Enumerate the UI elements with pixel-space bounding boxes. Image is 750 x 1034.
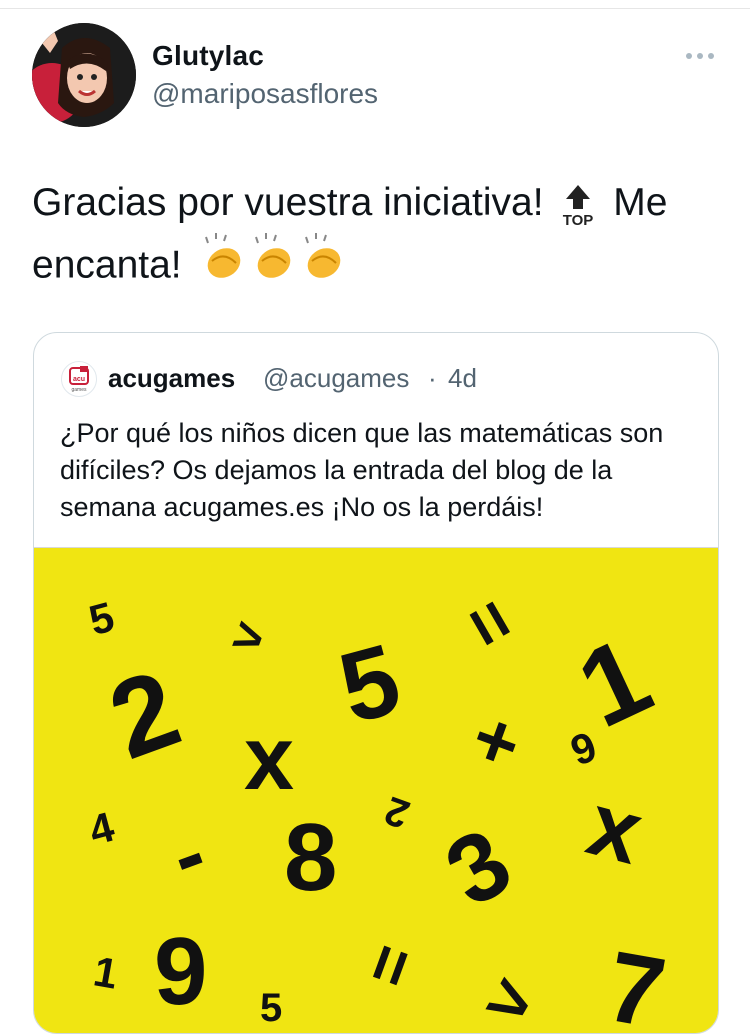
quoted-timestamp[interactable]: 4d xyxy=(448,363,477,394)
clapping-hands-icon xyxy=(202,233,352,301)
symbol-minus: - xyxy=(158,804,219,906)
logo-text-top: acu xyxy=(73,376,85,383)
quoted-name[interactable]: acugames xyxy=(108,363,235,394)
symbol-9-small: 9 xyxy=(564,722,603,775)
symbol-5: 5 xyxy=(84,592,119,645)
quoted-separator: · xyxy=(428,363,437,393)
user-avatar[interactable] xyxy=(32,23,136,127)
symbol-equals: = xyxy=(446,585,535,661)
symbol-equals-bottom: = xyxy=(347,934,431,996)
tweet-text: Gracias por vuestra iniciativa! TOP Me e… xyxy=(32,172,722,301)
symbol-9: 9 xyxy=(154,918,208,1025)
top-label: TOP xyxy=(563,212,594,229)
quoted-image[interactable]: 5 > = 1 2 5 x + 9 4 - 2 8 3 x 1 9 = 7 5 … xyxy=(34,547,718,1034)
tweet-text-part2: Me xyxy=(613,181,668,224)
symbol-3: 3 xyxy=(428,807,529,928)
symbol-times-right: x xyxy=(577,774,653,884)
tweet-text-part1: Gracias por vuestra iniciativa! xyxy=(32,181,544,224)
quoted-handle[interactable]: @acugames xyxy=(263,363,409,394)
symbol-5-large: 5 xyxy=(328,622,412,746)
symbol-times: x xyxy=(244,709,295,809)
quoted-text: ¿Por qué los niños dicen que las matemát… xyxy=(60,418,664,522)
quoted-avatar[interactable]: acu games xyxy=(61,361,97,397)
symbol-8: 8 xyxy=(284,804,338,911)
top-arrow-icon: TOP xyxy=(558,181,598,229)
symbol-2-small: 2 xyxy=(379,787,416,837)
display-name[interactable]: Glutylac xyxy=(152,40,264,72)
symbol-5-bottom: 5 xyxy=(260,986,283,1030)
symbol-greater-bottom: > xyxy=(473,957,548,1034)
logo-text-bottom: games xyxy=(71,387,87,393)
symbol-2: 2 xyxy=(94,646,195,783)
symbol-plus: + xyxy=(460,694,532,790)
symbol-1-bottom: 1 xyxy=(90,947,122,998)
symbol-4: 4 xyxy=(84,802,119,855)
top-divider xyxy=(0,0,750,9)
quoted-tweet-card[interactable]: acu games acugames @acugames · 4d ¿Por q… xyxy=(33,332,719,1034)
tweet-text-part3: encanta! xyxy=(32,243,182,287)
ellipsis-icon[interactable] xyxy=(680,46,720,66)
user-handle[interactable]: @mariposasflores xyxy=(152,78,378,110)
symbol-7: 7 xyxy=(598,930,673,1034)
symbol-greater: > xyxy=(225,605,272,669)
